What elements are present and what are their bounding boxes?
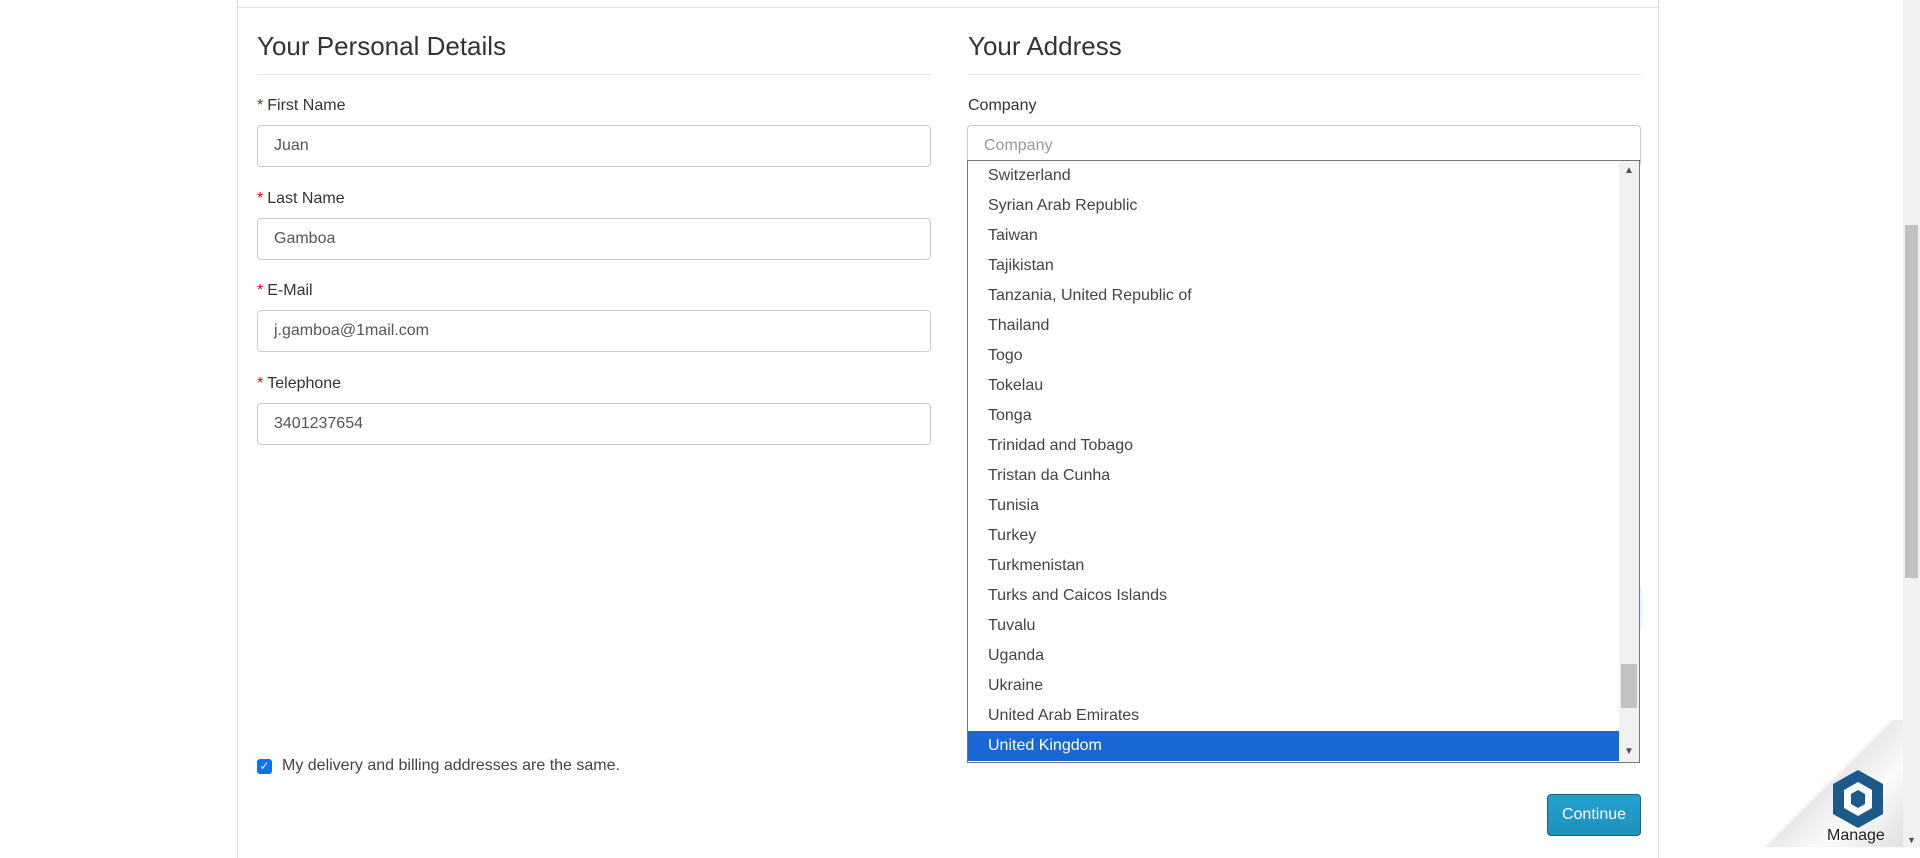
required-marker: * — [257, 190, 264, 207]
dropdown-scroll-thumb[interactable] — [1621, 664, 1637, 708]
last-name-label-text: Last Name — [267, 190, 345, 207]
panel-divider — [238, 7, 1658, 8]
country-option[interactable]: Switzerland — [968, 161, 1620, 191]
scroll-down-arrow-icon[interactable]: ▼ — [1619, 742, 1639, 762]
page-scrollbar[interactable]: ▼ — [1903, 0, 1920, 847]
country-option[interactable]: Tajikistan — [968, 251, 1620, 281]
country-option[interactable]: Taiwan — [968, 221, 1620, 251]
first-name-label: * First Name — [257, 97, 345, 115]
page-scroll-thumb[interactable] — [1905, 225, 1918, 578]
manage-label: Manage — [1827, 827, 1885, 844]
country-option[interactable]: Tokelau — [968, 371, 1620, 401]
country-option[interactable]: Trinidad and Tobago — [968, 431, 1620, 461]
country-option[interactable]: Turks and Caicos Islands — [968, 581, 1620, 611]
telephone-input[interactable]: 3401237654 — [257, 403, 931, 445]
email-label: * E-Mail — [257, 282, 313, 300]
first-name-input[interactable]: Juan — [257, 125, 931, 167]
country-option[interactable]: Tristan da Cunha — [968, 461, 1620, 491]
first-name-label-text: First Name — [267, 97, 346, 114]
country-option[interactable]: Togo — [968, 341, 1620, 371]
country-option[interactable]: United Arab Emirates — [968, 701, 1620, 731]
address-title: Your Address — [968, 31, 1641, 75]
continue-button[interactable]: Continue — [1547, 794, 1641, 836]
country-option[interactable]: Thailand — [968, 311, 1620, 341]
manage-hexagon-icon — [1833, 770, 1883, 828]
last-name-input[interactable]: Gamboa — [257, 218, 931, 260]
page-scroll-down-icon[interactable]: ▼ — [1903, 835, 1920, 845]
same-address-label: My delivery and billing addresses are th… — [282, 757, 620, 774]
scroll-up-arrow-icon[interactable]: ▲ — [1619, 161, 1639, 181]
country-option[interactable]: Ukraine — [968, 671, 1620, 701]
personal-details-title: Your Personal Details — [257, 31, 931, 75]
same-address-checkbox[interactable]: ✓ — [257, 759, 272, 774]
required-marker: * — [257, 282, 264, 299]
country-option[interactable]: Turkmenistan — [968, 551, 1620, 581]
required-marker: * — [257, 375, 264, 392]
required-marker: * — [257, 97, 264, 114]
country-option-selected[interactable]: United Kingdom — [968, 731, 1620, 761]
country-dropdown-list[interactable]: Switzerland Syrian Arab Republic Taiwan … — [967, 160, 1640, 763]
country-option[interactable]: Tunisia — [968, 491, 1620, 521]
company-label: Company — [968, 97, 1037, 114]
email-input[interactable]: j.gamboa@1mail.com — [257, 310, 931, 352]
dropdown-scrollbar[interactable]: ▲ ▼ — [1619, 161, 1639, 762]
country-option[interactable]: Syrian Arab Republic — [968, 191, 1620, 221]
country-option[interactable]: Tonga — [968, 401, 1620, 431]
country-option[interactable]: Uganda — [968, 641, 1620, 671]
country-option[interactable]: Turkey — [968, 521, 1620, 551]
telephone-label: * Telephone — [257, 375, 341, 393]
country-option[interactable]: Tuvalu — [968, 611, 1620, 641]
country-option[interactable]: Tanzania, United Republic of — [968, 281, 1620, 311]
telephone-label-text: Telephone — [267, 375, 342, 392]
email-label-text: E-Mail — [267, 282, 313, 299]
last-name-label: * Last Name — [257, 190, 345, 208]
